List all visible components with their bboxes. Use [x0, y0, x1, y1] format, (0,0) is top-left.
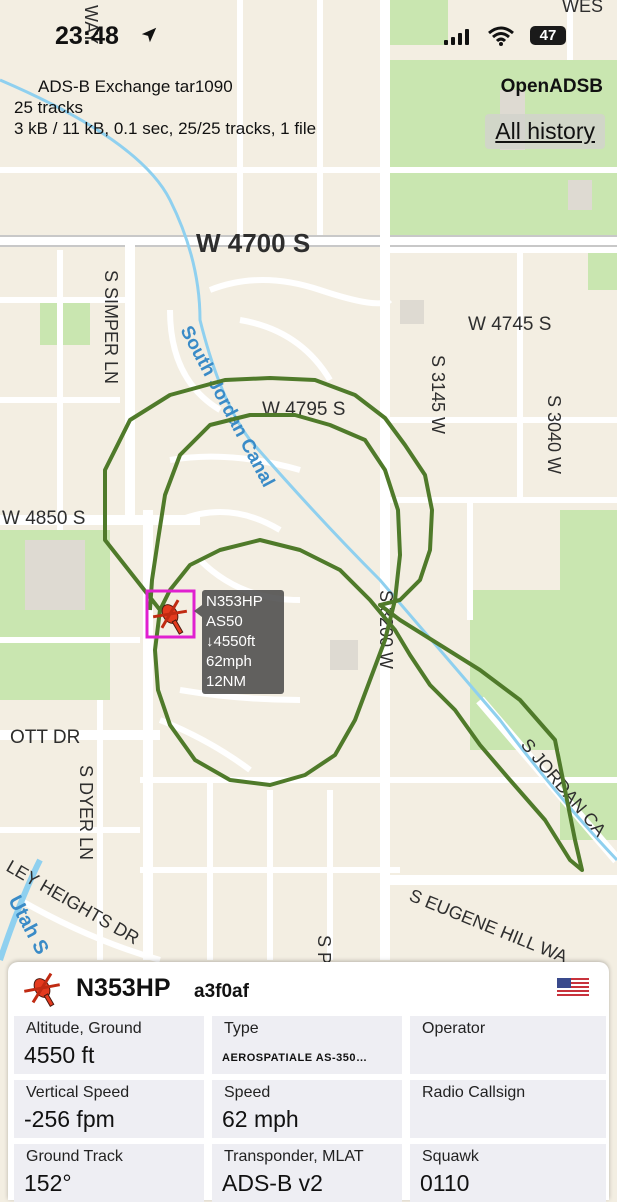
wifi-icon — [488, 26, 514, 46]
street-wes: WES — [562, 0, 603, 16]
label-distance: 12NM — [206, 673, 247, 690]
cell-type: Type AEROSPATIALE AS-350… — [212, 1016, 402, 1074]
panel-hex: a3f0af — [194, 981, 249, 1002]
cell-label: Transponder, MLAT — [224, 1148, 364, 1165]
cell-label: Operator — [422, 1020, 486, 1037]
cell-label: Altitude, Ground — [26, 1020, 142, 1037]
cell-label: Ground Track — [26, 1148, 123, 1165]
helicopter-icon — [24, 972, 60, 1008]
status-bar: 23:48 47 — [0, 20, 617, 54]
cell-altitude: Altitude, Ground 4550 ft — [14, 1016, 204, 1074]
street-dyer: S DYER LN — [76, 765, 96, 860]
cell-value: AEROSPATIALE AS-350… — [222, 1052, 368, 1064]
battery-icon: 47 — [530, 26, 566, 45]
cell-ground-track: Ground Track 152° — [14, 1144, 204, 1202]
street-w4745: W 4745 S — [468, 314, 551, 335]
all-history-button[interactable]: All history — [485, 114, 605, 149]
feed-info: ADS-B Exchange tar1090 25 tracks 3 kB / … — [14, 76, 316, 139]
brand-label: OpenADSB — [500, 76, 603, 97]
street-w4700: W 4700 S — [196, 228, 310, 258]
street-w4850: W 4850 S — [2, 508, 85, 529]
panel-registration: N353HP — [76, 974, 171, 1002]
aircraft-label[interactable]: N353HP AS50 ↓4550ft 62mph 12NM — [202, 590, 284, 694]
label-type: AS50 — [206, 613, 243, 630]
cell-label: Type — [224, 1020, 259, 1037]
street-ott: OTT DR — [10, 727, 80, 748]
cell-value: ADS-B v2 — [222, 1170, 323, 1196]
street-sp: S P — [314, 935, 334, 964]
aircraft-detail-panel[interactable]: N353HP a3f0af Altitude, Ground 4550 ft T… — [8, 962, 609, 1202]
signal-icon — [444, 29, 469, 45]
label-registration: N353HP — [206, 593, 263, 610]
location-arrow-icon — [141, 27, 157, 43]
cell-speed: Speed 62 mph — [212, 1080, 402, 1138]
label-altitude: ↓4550ft — [206, 633, 256, 650]
street-simper: S SIMPER LN — [101, 270, 121, 384]
cell-label: Radio Callsign — [422, 1084, 526, 1101]
cell-value: 0110 — [420, 1170, 470, 1196]
cell-transponder: Transponder, MLAT ADS-B v2 — [212, 1144, 402, 1202]
status-time: 23:48 — [55, 22, 119, 50]
detail-grid: Altitude, Ground 4550 ft Type AEROSPATIA… — [14, 1016, 606, 1202]
street-s3145: S 3145 W — [428, 355, 448, 434]
cell-squawk: Squawk 0110 — [410, 1144, 606, 1202]
feed-source: ADS-B Exchange tar1090 — [38, 77, 233, 96]
cell-value: 4550 ft — [24, 1042, 95, 1068]
cell-operator: Operator — [410, 1016, 606, 1074]
cell-label: Vertical Speed — [26, 1084, 130, 1101]
street-s3040: S 3040 W — [544, 395, 564, 474]
cell-value: -256 fpm — [24, 1106, 115, 1132]
cell-radio-callsign: Radio Callsign — [410, 1080, 606, 1138]
cell-label: Squawk — [422, 1148, 479, 1165]
label-speed: 62mph — [206, 653, 252, 670]
cell-vertical-speed: Vertical Speed -256 fpm — [14, 1080, 204, 1138]
battery-level: 47 — [539, 27, 557, 44]
cell-value: 152° — [24, 1170, 72, 1196]
us-flag-icon — [557, 978, 589, 998]
cell-value: 62 mph — [222, 1106, 299, 1132]
cell-label: Speed — [224, 1084, 271, 1101]
feed-tracks: 25 tracks — [14, 98, 83, 117]
feed-stats: 3 kB / 11 kB, 0.1 sec, 25/25 tracks, 1 f… — [14, 119, 317, 138]
